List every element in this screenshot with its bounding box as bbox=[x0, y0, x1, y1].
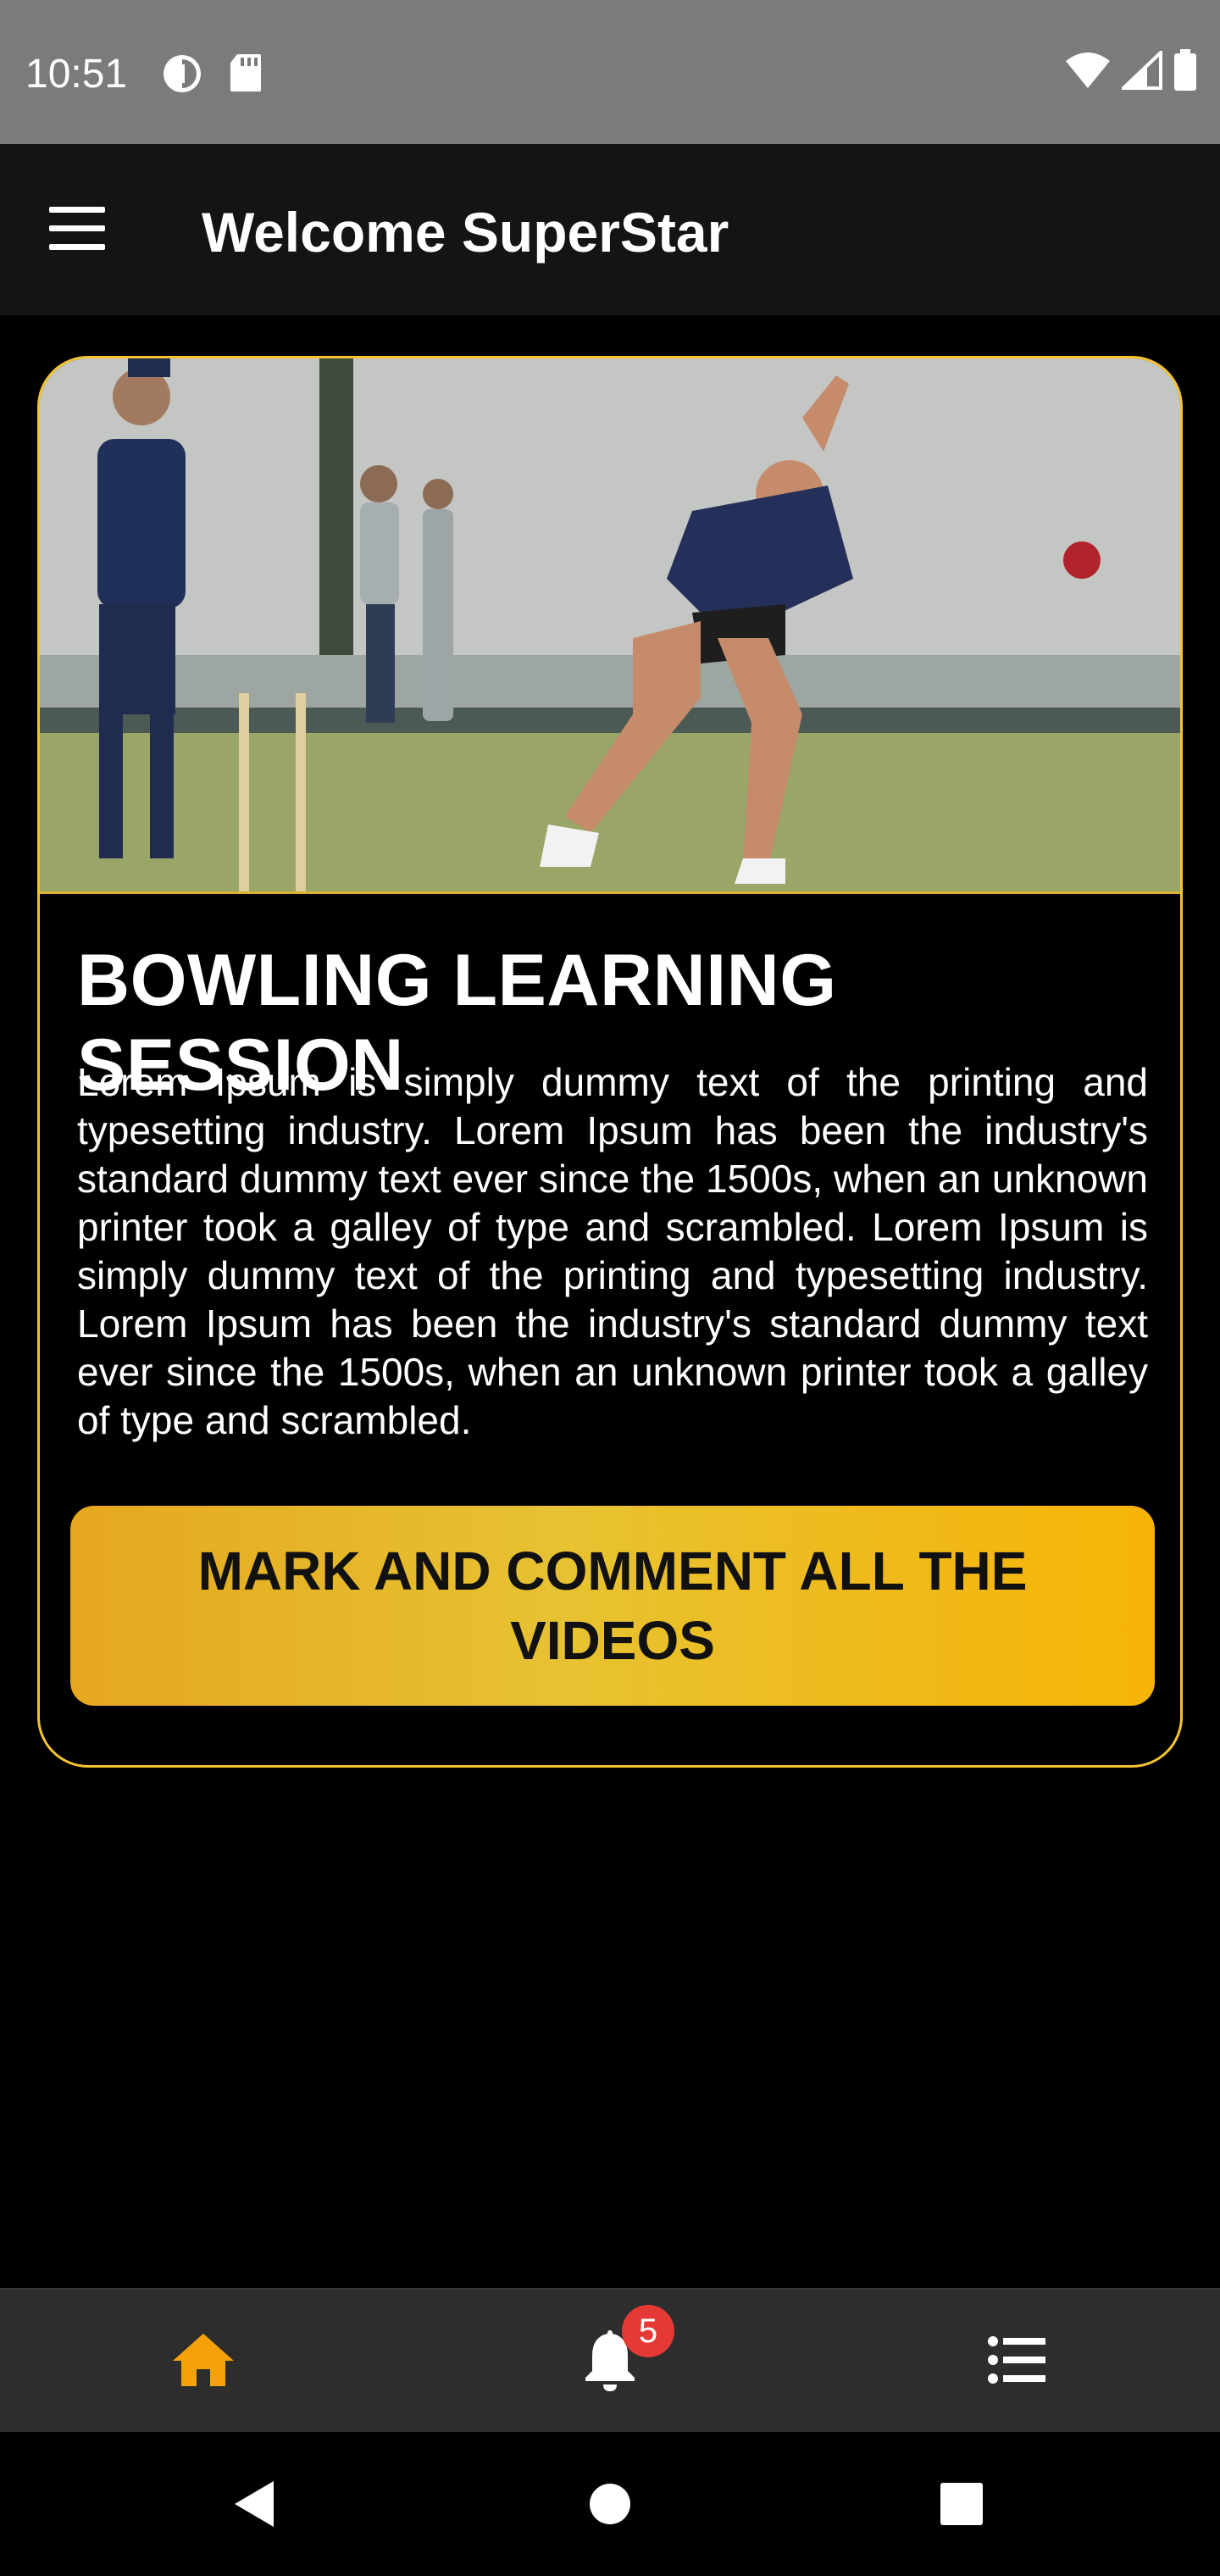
nav-home[interactable] bbox=[119, 2290, 288, 2434]
nav-notifications[interactable]: 5 bbox=[525, 2290, 695, 2434]
data-saver-icon bbox=[161, 53, 203, 99]
cell-signal-icon bbox=[1119, 48, 1162, 94]
session-description: Lorem Ipsum is simply dummy text of the … bbox=[77, 1060, 1148, 1442]
home-circle-icon[interactable] bbox=[559, 2432, 661, 2576]
cricket-bowler-photo bbox=[40, 358, 1180, 894]
nav-list[interactable] bbox=[932, 2290, 1101, 2434]
home-icon bbox=[171, 2332, 236, 2392]
list-icon bbox=[988, 2335, 1045, 2388]
status-bar: 10:51 bbox=[0, 0, 1220, 144]
sd-card-icon bbox=[229, 53, 263, 99]
page-title: Welcome SuperStar bbox=[202, 201, 729, 264]
system-navigation-bar bbox=[0, 2432, 1220, 2576]
session-card[interactable]: BOWLING LEARNING SESSION Lorem Ipsum is … bbox=[37, 356, 1183, 1768]
back-icon[interactable] bbox=[203, 2432, 305, 2576]
app-bar: Welcome SuperStar bbox=[0, 144, 1220, 315]
bottom-nav: 5 bbox=[0, 2288, 1220, 2432]
status-time: 10:51 bbox=[25, 52, 128, 97]
mark-and-comment-button[interactable]: MARK AND COMMENT ALL THE VIDEOS bbox=[70, 1506, 1155, 1706]
hamburger-menu-icon[interactable] bbox=[49, 207, 105, 253]
recents-icon[interactable] bbox=[911, 2432, 1012, 2576]
battery-icon bbox=[1173, 49, 1198, 96]
notification-badge: 5 bbox=[622, 2305, 674, 2357]
wifi-icon bbox=[1064, 51, 1112, 94]
